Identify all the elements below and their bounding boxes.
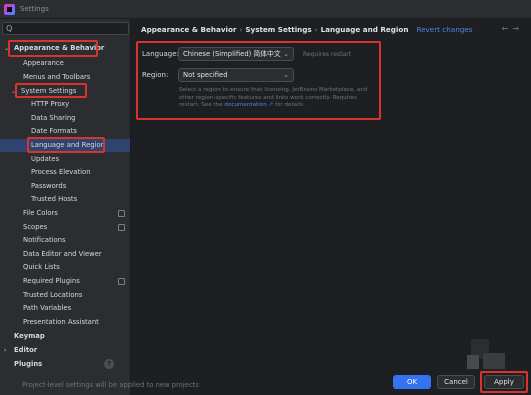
language-value: Chinese (Simplified) 简体中文: [183, 50, 281, 58]
title-bar: Settings: [0, 0, 531, 19]
region-label: Region:: [142, 71, 169, 79]
sidebar-item-required-plugins[interactable]: Required Plugins: [0, 275, 130, 288]
sidebar-item-appearance-behavior[interactable]: ⌄ Appearance & Behavior: [0, 42, 130, 55]
project-scope-icon: [118, 210, 125, 217]
ok-button[interactable]: OK: [393, 375, 431, 389]
sidebar-item-http-proxy[interactable]: HTTP Proxy: [0, 98, 130, 111]
sidebar-item-notifications[interactable]: Notifications: [0, 234, 130, 247]
sidebar-item-data-editor-viewer[interactable]: Data Editor and Viewer: [0, 248, 130, 261]
help-icon[interactable]: ?: [104, 359, 114, 369]
forward-arrow-icon[interactable]: →: [512, 24, 523, 33]
revert-changes-link[interactable]: Revert changes: [416, 25, 472, 34]
window-title: Settings: [20, 5, 49, 13]
restart-hint: Requires restart: [303, 51, 351, 58]
redacted-block: [467, 355, 479, 369]
sidebar-item-passwords[interactable]: Passwords: [0, 180, 130, 193]
breadcrumb-language-region: Language and Region: [320, 25, 409, 34]
sidebar-item-system-settings[interactable]: ⌄ System Settings: [0, 85, 130, 98]
search-input[interactable]: [17, 24, 117, 34]
project-scope-icon: [118, 224, 125, 231]
sidebar-item-file-colors[interactable]: File Colors: [0, 207, 130, 220]
breadcrumb-system-settings[interactable]: System Settings: [245, 25, 311, 34]
sidebar-item-updates[interactable]: Updates: [0, 153, 130, 166]
back-arrow-icon[interactable]: ←: [502, 24, 513, 33]
breadcrumb-appearance-behavior[interactable]: Appearance & Behavior: [141, 25, 236, 34]
sidebar-item-language-region[interactable]: Language and Region: [0, 139, 130, 152]
sidebar-item-data-sharing[interactable]: Data Sharing: [0, 112, 130, 125]
region-value: Not specified: [183, 71, 228, 79]
sidebar-item-presentation-assistant[interactable]: Presentation Assistant: [0, 316, 130, 329]
language-select[interactable]: Chinese (Simplified) 简体中文 ⌄: [178, 47, 294, 61]
sidebar-item-editor[interactable]: › Editor: [0, 344, 130, 357]
documentation-link[interactable]: documentation ↗: [224, 102, 273, 108]
footer-note: Project-level settings will be applied t…: [22, 381, 199, 389]
settings-sidebar: Q ⌄ Appearance & Behavior Appearance Men…: [0, 19, 131, 395]
language-label: Language:: [142, 50, 179, 58]
app-logo-icon: [4, 4, 15, 15]
sidebar-item-keymap[interactable]: Keymap: [0, 330, 130, 343]
sidebar-item-scopes[interactable]: Scopes: [0, 221, 130, 234]
breadcrumb: Appearance & Behavior › System Settings › La…: [141, 25, 473, 34]
chevron-down-icon: ⌄: [283, 71, 289, 79]
sidebar-item-date-formats[interactable]: Date Formats: [0, 125, 130, 138]
settings-content: Appearance & Behavior › System Settings › La…: [131, 19, 531, 375]
region-select[interactable]: Not specified ⌄: [178, 68, 294, 82]
cancel-button[interactable]: Cancel: [437, 375, 475, 389]
sidebar-item-appearance[interactable]: Appearance: [0, 57, 130, 70]
chevron-down-icon: ⌄: [4, 45, 10, 52]
sidebar-item-process-elevation[interactable]: Process Elevation: [0, 166, 130, 179]
search-icon: Q: [6, 24, 13, 33]
sidebar-item-path-variables[interactable]: Path Variables: [0, 302, 130, 315]
sidebar-item-quick-lists[interactable]: Quick Lists: [0, 261, 130, 274]
chevron-right-icon: ›: [4, 347, 7, 354]
sidebar-item-trusted-hosts[interactable]: Trusted Hosts: [0, 193, 130, 206]
project-scope-icon: [118, 278, 125, 285]
navigation-arrows: ←→: [502, 24, 523, 33]
chevron-down-icon: ⌄: [11, 88, 17, 95]
sidebar-item-menus-toolbars[interactable]: Menus and Toolbars: [0, 71, 130, 84]
region-description: Select a region to ensure that licensing…: [179, 87, 368, 108]
sidebar-item-trusted-locations[interactable]: Trusted Locations: [0, 289, 130, 302]
settings-search[interactable]: Q: [2, 22, 129, 35]
redacted-block: [483, 353, 505, 369]
chevron-down-icon: ⌄: [283, 50, 289, 58]
apply-button[interactable]: Apply: [484, 375, 524, 389]
